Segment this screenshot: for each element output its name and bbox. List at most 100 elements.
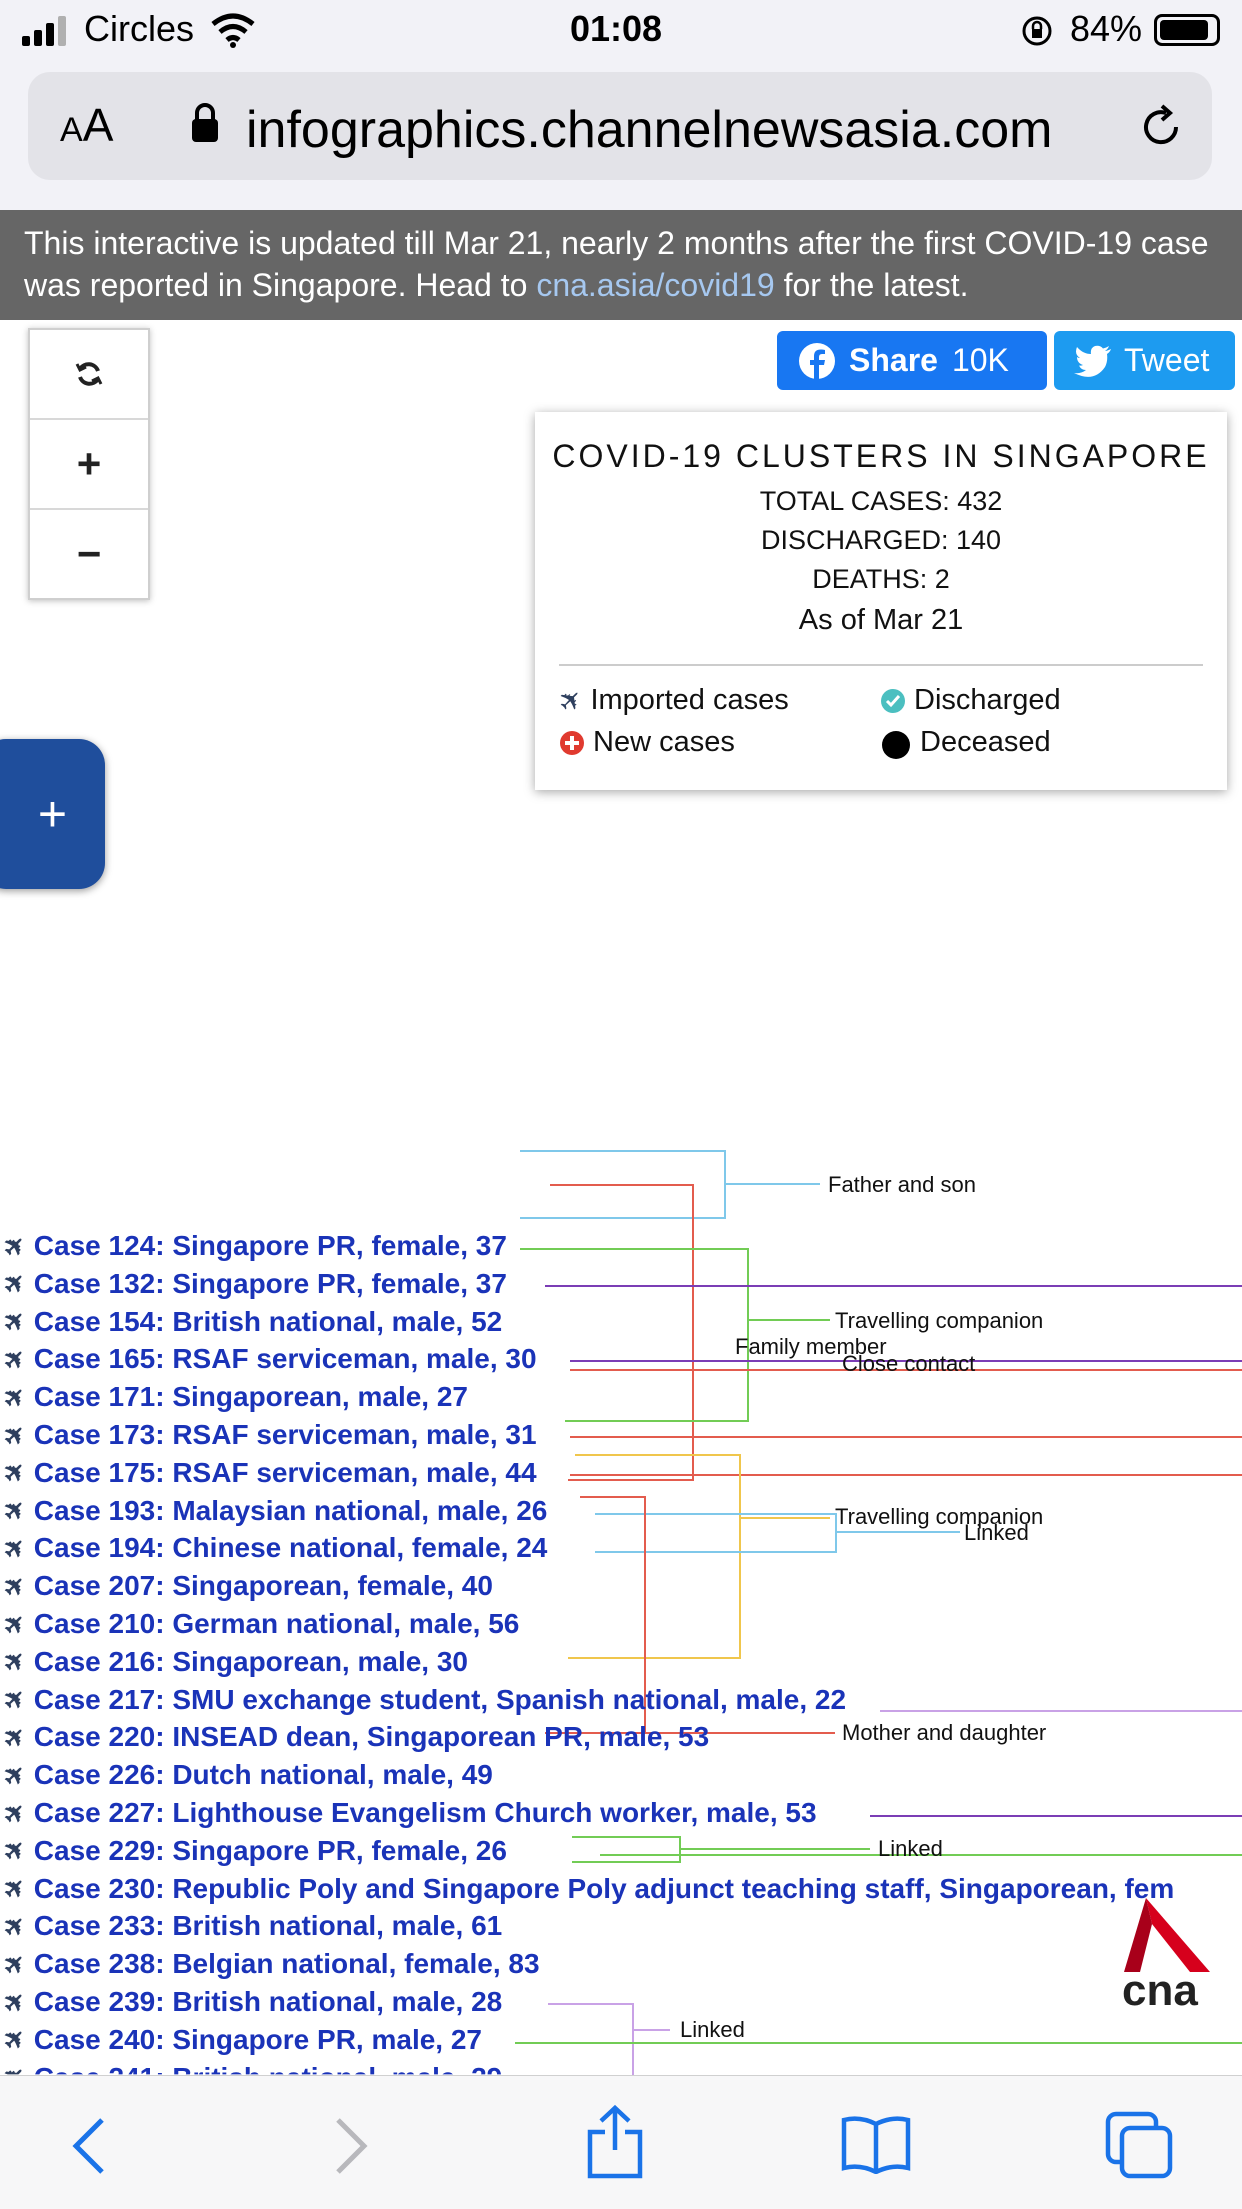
browser-toolbar — [0, 2075, 1242, 2209]
plane-icon: ✈ — [0, 1794, 33, 1831]
case-label: Case 227: Lighthouse Evangelism Church w… — [33, 1797, 817, 1828]
orientation-lock-icon — [1022, 16, 1052, 46]
case-row[interactable]: ✈ Case 239: British national, male, 28 — [0, 1983, 502, 2020]
summary-card: COVID-19 CLUSTERS IN SINGAPORE TOTAL CAS… — [535, 412, 1227, 790]
case-label: Case 175: RSAF serviceman, male, 44 — [33, 1456, 537, 1488]
plane-icon: ✈ — [0, 1869, 33, 1907]
plane-icon: ✈ — [0, 1643, 33, 1680]
case-row[interactable]: ✈ Case 173: RSAF serviceman, male, 31 — [0, 1416, 537, 1453]
share-label: Share — [849, 342, 938, 378]
plane-icon: ✈ — [0, 1605, 33, 1642]
case-row[interactable]: ✈ Case 171: Singaporean, male, 27 — [0, 1379, 469, 1416]
plane-icon: ✈ — [0, 1718, 33, 1756]
case-label: Case 226: Dutch national, male, 49 — [33, 1759, 493, 1791]
reload-icon[interactable] — [1136, 102, 1186, 152]
case-row[interactable]: ✈ Case 210: German national, male, 56 — [0, 1605, 520, 1642]
plane-icon: ✈ — [0, 1491, 33, 1529]
plane-icon: ✈ — [0, 1983, 33, 2020]
carrier-name: Circles — [84, 8, 195, 49]
case-row[interactable]: ✈ Case 154: British national, male, 52 — [0, 1303, 503, 1340]
case-label: Case 154: British national, male, 52 — [33, 1305, 503, 1337]
link-label: Linked — [878, 1836, 943, 1861]
cna-logo-text: cna — [1122, 1966, 1198, 2015]
expand-button[interactable]: + — [0, 739, 105, 889]
link-label: Travelling companion — [835, 1308, 1044, 1333]
battery-icon — [1154, 14, 1220, 46]
plane-icon: ✈ — [0, 1529, 33, 1567]
case-label: Case 238: Belgian national, female, 83 — [33, 1948, 540, 1980]
plane-icon: ✈ — [0, 1378, 33, 1416]
cna-logo: cna — [1118, 1894, 1218, 2020]
legend-deceased: Deceased — [880, 726, 1051, 759]
forward-icon[interactable] — [330, 2116, 370, 2176]
as-of-date: As of Mar 21 — [798, 604, 964, 636]
case-row[interactable]: ✈ Case 233: British national, male, 61 — [0, 1908, 503, 1945]
case-row[interactable]: ✈ Case 194: Chinese national, female, 24 — [0, 1530, 547, 1567]
reset-button[interactable] — [30, 330, 148, 420]
link-label: Linked — [680, 2017, 745, 2042]
tweet-label: Tweet — [1124, 342, 1210, 378]
case-label: Case 132: Singapore PR, female, 37 — [33, 1267, 507, 1299]
bookmarks-icon[interactable] — [840, 2114, 912, 2174]
check-circle-icon — [881, 688, 905, 713]
link-label: Close contact — [842, 1351, 976, 1376]
case-row[interactable]: ✈ Case 240: Singapore PR, male, 27 — [0, 2021, 482, 2058]
case-row[interactable]: ✈ Case 124: Singapore PR, female, 37 — [0, 1227, 507, 1264]
case-label: Case 220: INSEAD dean, Singaporean PR, m… — [33, 1721, 710, 1753]
case-row[interactable]: ✈ Case 227: Lighthouse Evangelism Church … — [0, 1794, 817, 1831]
case-label: Case 210: German national, male, 56 — [33, 1608, 520, 1639]
case-label: Case 233: British national, male, 61 — [33, 1910, 503, 1942]
zoom-out-button[interactable]: − — [30, 510, 148, 598]
lock-icon — [192, 103, 218, 142]
zoom-in-button[interactable]: + — [30, 420, 148, 510]
case-label: Case 207: Singaporean, female, 40 — [33, 1570, 493, 1602]
text-size-button[interactable]: AAAA — [60, 98, 113, 152]
case-label: Case 124: Singapore PR, female, 37 — [33, 1230, 507, 1261]
case-row[interactable]: ✈ Case 132: Singapore PR, female, 37 — [0, 1265, 507, 1302]
covid-link[interactable]: cna.asia/covid19 — [536, 267, 774, 303]
twitter-icon — [1074, 345, 1111, 377]
case-row[interactable]: ✈ Case 207: Singaporean, female, 40 — [0, 1568, 493, 1605]
case-row[interactable]: ✈ Case 229: Singapore PR, female, 26 — [0, 1832, 507, 1869]
case-row[interactable]: ✈ Case 238: Belgian national, female, 83 — [0, 1946, 540, 1983]
address-bar[interactable]: AAAA infographics.channelnewsasia.com — [28, 72, 1212, 180]
tabs-icon[interactable] — [1104, 2110, 1176, 2180]
share-icon[interactable] — [585, 2104, 645, 2180]
card-title: COVID-19 CLUSTERS IN SINGAPORE — [552, 438, 1210, 474]
banner-text-end: for the latest. — [774, 267, 969, 303]
case-row[interactable]: ✈ Case 226: Dutch national, male, 49 — [0, 1757, 493, 1794]
legend-imported: ✈ Imported cases — [551, 681, 789, 720]
case-label: Case 165: RSAF serviceman, male, 30 — [33, 1343, 537, 1375]
zoom-controls: + − — [28, 328, 150, 600]
facebook-share-button[interactable]: Share 10K — [777, 331, 1047, 390]
update-banner: This interactive is updated till Mar 21,… — [0, 210, 1242, 320]
plane-icon: ✈ — [0, 1832, 33, 1869]
plane-icon: ✈ — [551, 681, 590, 720]
case-row[interactable]: ✈ Case 216: Singaporean, male, 30 — [0, 1643, 469, 1680]
legend-discharged: Discharged — [880, 684, 1061, 717]
case-row[interactable]: ✈ Case 165: RSAF serviceman, male, 30 — [0, 1341, 537, 1378]
case-label: Case 171: Singaporean, male, 27 — [33, 1381, 469, 1413]
plane-icon: ✈ — [0, 1945, 33, 1983]
legend-new: New cases — [559, 726, 735, 759]
back-icon[interactable] — [70, 2116, 110, 2176]
case-label: Case 229: Singapore PR, female, 26 — [33, 1834, 507, 1866]
plane-icon: ✈ — [0, 1680, 33, 1718]
plane-icon: ✈ — [0, 1756, 33, 1794]
url-text[interactable]: infographics.channelnewsasia.com — [246, 100, 1052, 160]
case-row[interactable]: ✈ Case 175: RSAF serviceman, male, 44 — [0, 1454, 537, 1491]
case-label: Case 173: RSAF serviceman, male, 31 — [33, 1419, 537, 1450]
plane-icon: ✈ — [0, 1907, 33, 1945]
deaths-count: DEATHS: 2 — [812, 564, 950, 594]
case-label: Case 216: Singaporean, male, 30 — [33, 1645, 469, 1677]
plane-icon: ✈ — [0, 1416, 33, 1453]
case-row[interactable]: ✈ Case 220: INSEAD dean, Singaporean PR, … — [0, 1719, 710, 1756]
plane-icon: ✈ — [0, 1302, 33, 1340]
total-cases: TOTAL CASES: 432 — [759, 486, 1003, 516]
case-row[interactable]: ✈ Case 217: SMU exchange student, Spanish… — [0, 1681, 846, 1718]
tweet-button[interactable]: Tweet — [1054, 331, 1235, 390]
plane-icon: ✈ — [0, 1340, 33, 1378]
clock: 01:08 — [570, 8, 663, 49]
case-row[interactable]: ✈ Case 230: Republic Poly and Singapore P… — [0, 1870, 1174, 1907]
case-row[interactable]: ✈ Case 193: Malaysian national, male, 26 — [0, 1492, 547, 1529]
